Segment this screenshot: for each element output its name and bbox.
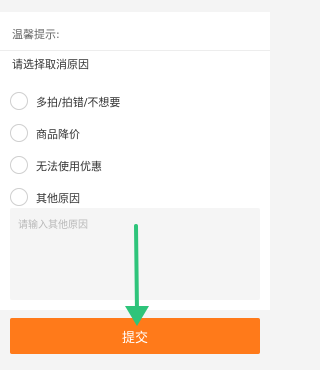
radio-button-icon[interactable]	[10, 124, 28, 142]
reason-option-label: 其他原因	[36, 192, 80, 205]
reason-option-price-drop[interactable]: 商品降价	[0, 118, 270, 150]
tip-title: 温馨提示:	[12, 28, 60, 41]
reason-option-coupon[interactable]: 无法使用优惠	[0, 150, 270, 182]
reason-option-label: 无法使用优惠	[36, 160, 102, 173]
other-reason-input[interactable]: 请输入其他原因	[10, 208, 260, 300]
radio-button-icon[interactable]	[10, 92, 28, 110]
radio-button-icon[interactable]	[10, 156, 28, 174]
reason-options: 多拍/拍错/不想要 商品降价 无法使用优惠 其他原因	[0, 86, 270, 214]
reason-subtitle: 请选择取消原因	[12, 58, 89, 71]
submit-button-label: 提交	[121, 330, 148, 346]
cancel-reason-card: 温馨提示: 请选择取消原因 多拍/拍错/不想要 商品降价 无法使用优惠 其他原因…	[0, 12, 270, 310]
submit-button[interactable]: 提交	[10, 318, 260, 354]
other-reason-placeholder: 请输入其他原因	[18, 220, 88, 231]
reason-option-label: 商品降价	[36, 128, 80, 141]
reason-option-wrong-order[interactable]: 多拍/拍错/不想要	[0, 86, 270, 118]
radio-button-icon[interactable]	[10, 188, 28, 206]
divider	[0, 50, 270, 51]
reason-option-label: 多拍/拍错/不想要	[36, 96, 121, 109]
